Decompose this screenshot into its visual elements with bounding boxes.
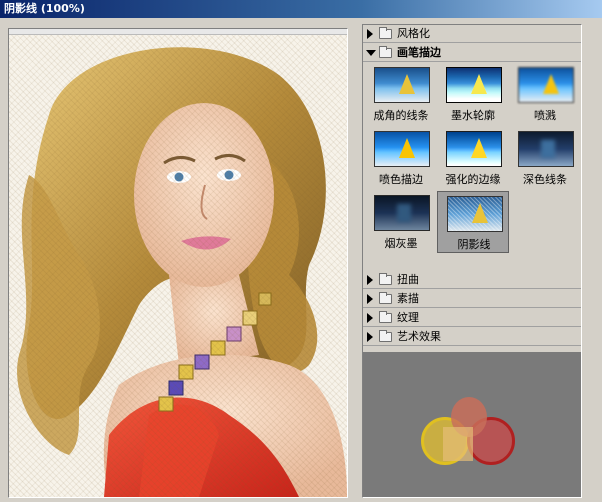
thumbnail-label: 喷溅 (534, 109, 556, 122)
filter-thumb-accented-edges[interactable]: 强化的边缘 (437, 127, 509, 189)
category-texture[interactable]: 纹理 (363, 309, 581, 327)
thumbnail-image (374, 131, 430, 167)
preview-panel[interactable] (8, 28, 348, 498)
watermark-logo (421, 387, 521, 477)
thumbnail-image (446, 67, 502, 103)
filter-thumb-spatter[interactable]: 喷溅 (509, 63, 581, 125)
category-brush-strokes[interactable]: 画笔描边 (363, 44, 581, 62)
collapsed-arrow-icon (367, 332, 373, 342)
thumbnail-image (446, 131, 502, 167)
window-title-bar[interactable]: 阴影线 (100%) (0, 0, 602, 18)
category-artistic[interactable]: 艺术效果 (363, 328, 581, 346)
thumbnail-label: 深色线条 (523, 173, 567, 186)
thumbnail-label: 强化的边缘 (445, 173, 501, 186)
thumbnail-label: 成角的线条 (373, 109, 429, 122)
category-label: 纹理 (397, 311, 419, 324)
filter-thumb-angled-strokes[interactable]: 成角的线条 (365, 63, 437, 125)
collapsed-arrow-icon (367, 275, 373, 285)
filter-thumb-dark-strokes[interactable]: 深色线条 (509, 127, 581, 189)
thumbnail-image (518, 67, 574, 103)
folder-icon (379, 311, 392, 323)
crosshatch-overlay (9, 35, 347, 497)
category-stylize[interactable]: 风格化 (363, 25, 581, 43)
filter-thumb-sumi-e[interactable]: 烟灰墨 (365, 191, 437, 253)
filter-thumb-crosshatch[interactable]: 阴影线 (437, 191, 509, 253)
empty-filter-area (363, 352, 581, 497)
thumbnail-image (447, 196, 503, 232)
collapsed-arrow-icon (367, 294, 373, 304)
thumbnail-image (374, 195, 430, 231)
thumbnail-label: 喷色描边 (379, 173, 423, 186)
category-sketch[interactable]: 素描 (363, 290, 581, 308)
preview-image[interactable] (9, 35, 347, 497)
filter-list-panel[interactable]: 风格化 画笔描边 成角的线条 墨水轮廓 喷溅 喷色描边 强化的边缘 深色线条 烟… (362, 24, 582, 498)
category-label: 素描 (397, 292, 419, 305)
category-distort[interactable]: 扭曲 (363, 271, 581, 289)
category-label: 风格化 (397, 27, 430, 40)
thumbnail-image (518, 131, 574, 167)
collapsed-arrow-icon (367, 29, 373, 39)
thumbnail-label: 阴影线 (457, 238, 491, 251)
folder-icon (379, 27, 392, 39)
thumbnail-label: 烟灰墨 (384, 237, 418, 250)
window-title: 阴影线 (100%) (4, 2, 85, 15)
category-label: 画笔描边 (397, 46, 441, 59)
folder-icon (379, 292, 392, 304)
category-label: 扭曲 (397, 273, 419, 286)
filter-thumb-sprayed-strokes[interactable]: 喷色描边 (365, 127, 437, 189)
thumbnail-label: 墨水轮廓 (451, 109, 495, 122)
folder-icon (379, 330, 392, 342)
expanded-arrow-icon (366, 50, 376, 56)
category-label: 艺术效果 (397, 330, 441, 343)
logo-square (443, 427, 473, 461)
filter-thumb-ink-outlines[interactable]: 墨水轮廓 (437, 63, 509, 125)
collapsed-arrow-icon (367, 313, 373, 323)
thumbnail-image (374, 67, 430, 103)
folder-icon (379, 46, 392, 58)
brush-strokes-thumbnails: 成角的线条 墨水轮廓 喷溅 喷色描边 强化的边缘 深色线条 烟灰墨 阴影线 (363, 63, 581, 259)
filter-gallery-window: 风格化 画笔描边 成角的线条 墨水轮廓 喷溅 喷色描边 强化的边缘 深色线条 烟… (0, 18, 602, 502)
folder-icon (379, 273, 392, 285)
